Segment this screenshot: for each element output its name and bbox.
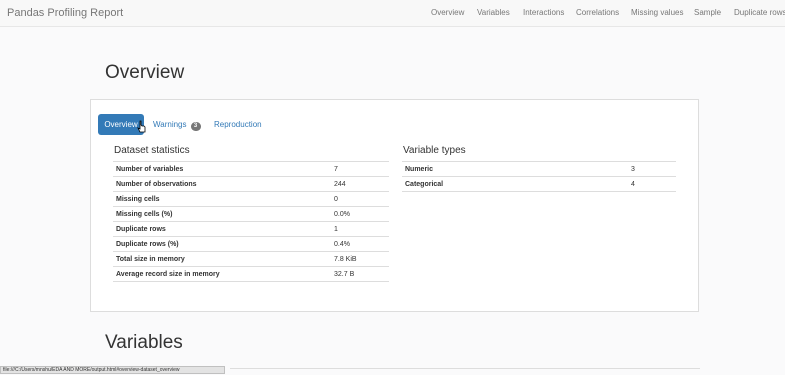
nav-interactions[interactable]: Interactions bbox=[523, 8, 564, 17]
stat-label: Duplicate rows bbox=[113, 221, 331, 237]
table-row: Numeric 3 bbox=[402, 161, 676, 177]
overview-panel: Overview Warnings 3 Reproduction Dataset … bbox=[90, 99, 699, 312]
stat-value: 32.7 B bbox=[331, 266, 389, 282]
nav-missing-values[interactable]: Missing values bbox=[631, 8, 683, 17]
stat-value: 0 bbox=[331, 191, 389, 207]
stat-label: Categorical bbox=[402, 176, 628, 192]
table-row: Number of observations 244 bbox=[113, 176, 389, 192]
stat-value: 7 bbox=[331, 161, 389, 177]
brand-link[interactable]: Pandas Profiling Report bbox=[7, 7, 123, 19]
stat-label: Total size in memory bbox=[113, 251, 331, 267]
dataset-statistics-table: Number of variables 7 Number of observatio… bbox=[113, 161, 389, 282]
mouse-pointer-icon bbox=[137, 120, 146, 133]
stat-value: 0.4% bbox=[331, 236, 389, 252]
stat-value: 1 bbox=[331, 221, 389, 237]
stat-value: 0.0% bbox=[331, 206, 389, 222]
stat-label: Numeric bbox=[402, 161, 628, 177]
nav-overview[interactable]: Overview bbox=[431, 8, 464, 17]
stat-value: 7.8 KiB bbox=[331, 251, 389, 267]
overview-heading: Overview bbox=[105, 62, 185, 83]
variables-heading: Variables bbox=[105, 332, 183, 353]
table-row: Number of variables 7 bbox=[113, 161, 389, 177]
status-bar: file:///C:/Users/mnshu/EDA AND MORE/outp… bbox=[0, 366, 225, 374]
stat-label: Number of variables bbox=[113, 161, 331, 177]
warnings-count-badge: 3 bbox=[190, 122, 201, 131]
navbar: Pandas Profiling Report Overview Variabl… bbox=[0, 0, 785, 27]
nav-variables[interactable]: Variables bbox=[477, 8, 510, 17]
tab-reproduction[interactable]: Reproduction bbox=[214, 120, 262, 129]
nav-sample[interactable]: Sample bbox=[694, 8, 721, 17]
nav-duplicate-rows[interactable]: Duplicate rows bbox=[734, 8, 785, 17]
stat-value: 3 bbox=[628, 161, 676, 177]
table-row: Categorical 4 bbox=[402, 176, 676, 192]
stat-value: 244 bbox=[331, 176, 389, 192]
tab-warnings[interactable]: Warnings 3 bbox=[153, 120, 201, 131]
stat-label: Average record size in memory bbox=[113, 266, 331, 282]
table-row: Duplicate rows 1 bbox=[113, 221, 389, 237]
variable-types-title: Variable types bbox=[403, 145, 466, 156]
table-row: Total size in memory 7.8 KiB bbox=[113, 251, 389, 267]
stat-label: Number of observations bbox=[113, 176, 331, 192]
tab-warnings-label: Warnings bbox=[153, 120, 187, 129]
dataset-statistics-title: Dataset statistics bbox=[114, 145, 190, 156]
table-row: Missing cells (%) 0.0% bbox=[113, 206, 389, 222]
stat-value: 4 bbox=[628, 176, 676, 192]
stat-label: Duplicate rows (%) bbox=[113, 236, 331, 252]
table-row: Duplicate rows (%) 0.4% bbox=[113, 236, 389, 252]
stat-label: Missing cells bbox=[113, 191, 331, 207]
nav-correlations[interactable]: Correlations bbox=[576, 8, 619, 17]
table-row: Missing cells 0 bbox=[113, 191, 389, 207]
table-row: Average record size in memory 32.7 B bbox=[113, 266, 389, 282]
variable-types-table: Numeric 3 Categorical 4 bbox=[402, 161, 676, 192]
stat-label: Missing cells (%) bbox=[113, 206, 331, 222]
